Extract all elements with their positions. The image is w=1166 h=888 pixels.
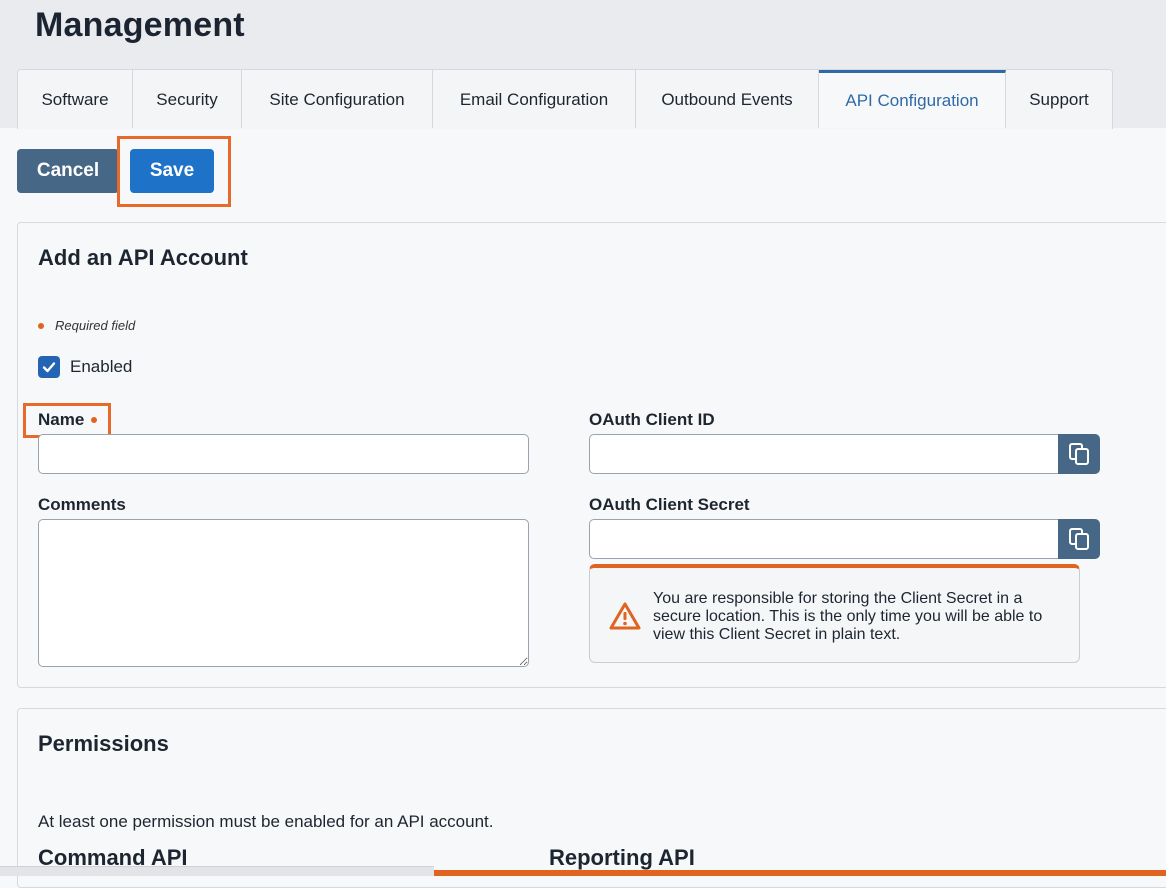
warning-triangle-icon <box>609 602 641 630</box>
name-label: Name <box>38 410 85 429</box>
tab-api-configuration[interactable]: API Configuration <box>819 70 1006 128</box>
tab-email-configuration[interactable]: Email Configuration <box>433 70 636 128</box>
bottom-accent-bar <box>434 870 1166 876</box>
client-secret-label: OAuth Client Secret <box>589 495 750 514</box>
enabled-checkbox[interactable] <box>38 356 60 378</box>
client-id-label: OAuth Client ID <box>589 410 715 429</box>
copy-client-id-button[interactable] <box>1058 434 1100 474</box>
required-field-text: Required field <box>55 318 136 333</box>
tab-support[interactable]: Support <box>1006 70 1112 128</box>
client-id-field[interactable] <box>589 434 1060 474</box>
tab-site-configuration[interactable]: Site Configuration <box>242 70 433 128</box>
client-secret-warning: You are responsible for storing the Clie… <box>589 564 1080 663</box>
checkmark-icon <box>42 362 56 373</box>
tab-software[interactable]: Software <box>18 70 133 128</box>
warning-text: You are responsible for storing the Clie… <box>653 590 1043 643</box>
required-dot-icon <box>38 322 44 329</box>
name-label-group: Name <box>38 410 98 430</box>
card-title: Add an API Account <box>38 245 248 270</box>
tab-bar: Software Security Site Configuration Ema… <box>17 69 1113 129</box>
permissions-title: Permissions <box>38 731 169 756</box>
permissions-note: At least one permission must be enabled … <box>38 812 494 831</box>
reporting-api-heading: Reporting API <box>549 845 695 870</box>
cancel-button[interactable]: Cancel <box>17 149 119 193</box>
horizontal-scrollbar[interactable] <box>0 866 434 876</box>
save-button[interactable]: Save <box>130 149 214 193</box>
comments-textarea[interactable] <box>38 519 529 667</box>
tab-outbound-events[interactable]: Outbound Events <box>636 70 819 128</box>
copy-client-secret-button[interactable] <box>1058 519 1100 559</box>
copy-icon <box>1069 528 1089 550</box>
client-secret-field[interactable] <box>589 519 1060 559</box>
name-input[interactable] <box>38 434 529 474</box>
enabled-label: Enabled <box>70 357 133 376</box>
comments-label: Comments <box>38 495 126 514</box>
copy-icon <box>1069 443 1089 465</box>
tab-security[interactable]: Security <box>133 70 242 128</box>
page-title: Management <box>35 6 245 44</box>
required-dot-icon <box>91 417 98 423</box>
required-field-note: Required field <box>38 318 135 333</box>
